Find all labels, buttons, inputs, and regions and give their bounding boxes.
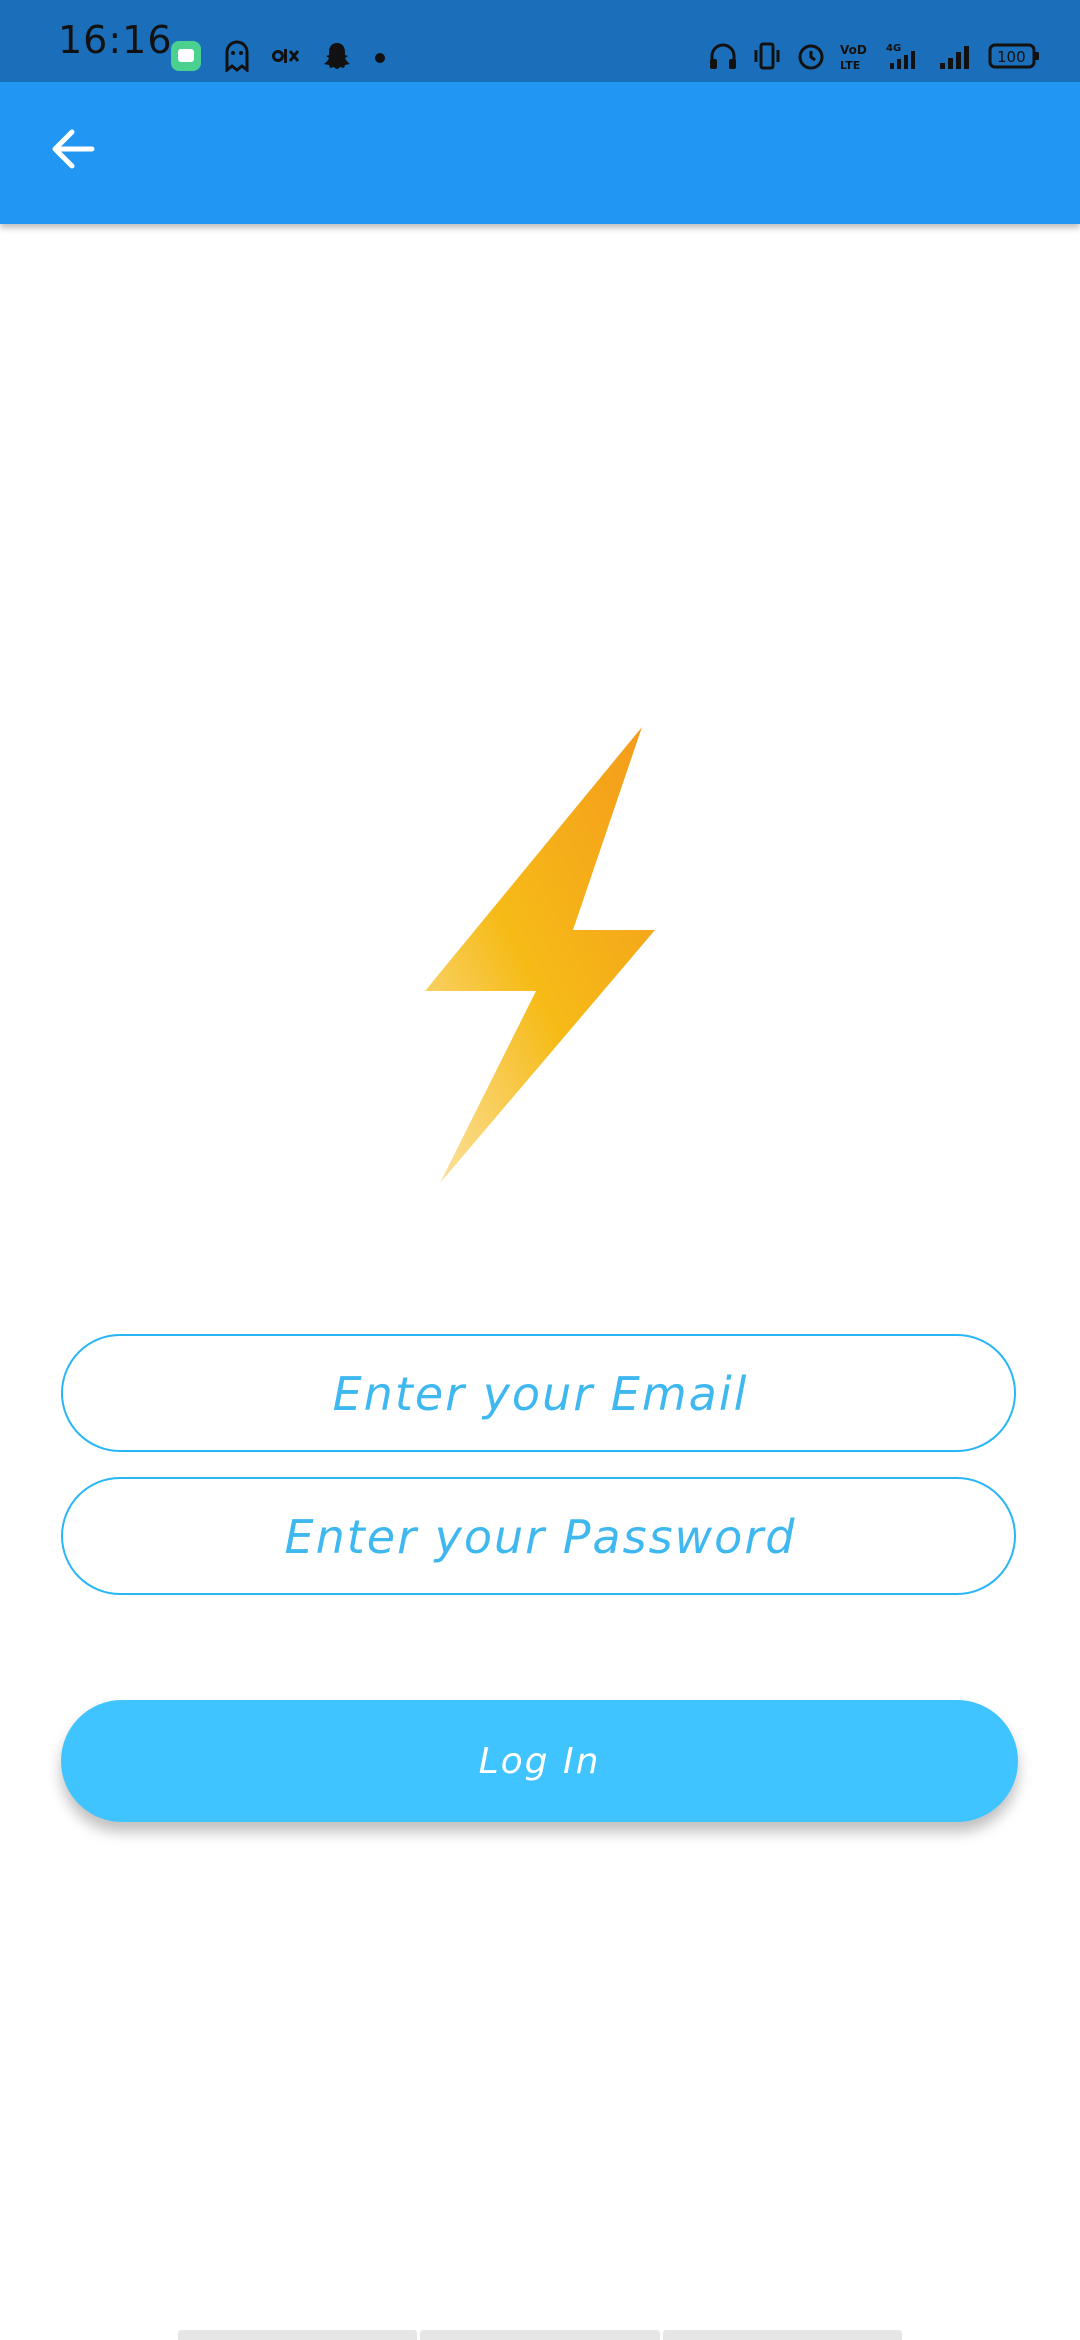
olx-icon (272, 46, 300, 70)
email-field[interactable] (61, 1334, 1018, 1452)
svg-text:VoD: VoD (840, 43, 867, 57)
svg-text:LTE: LTE (840, 59, 860, 71)
password-input[interactable] (63, 1479, 1018, 1595)
back-button[interactable] (38, 116, 108, 186)
messages-icon (170, 40, 202, 76)
headphones-icon (708, 41, 738, 75)
email-input[interactable] (63, 1336, 1018, 1452)
alarm-icon (796, 41, 826, 75)
lightning-bolt-icon (420, 722, 660, 1188)
nav-segment (420, 2330, 660, 2340)
status-bar: 16:16 VoD LTE 4G 100 (0, 0, 1080, 82)
ghost-icon (224, 40, 250, 76)
vibrate-icon (752, 41, 782, 75)
app-bar (0, 82, 1080, 224)
navigation-bar (178, 2330, 902, 2340)
arrow-back-icon (50, 126, 96, 176)
status-time: 16:16 (58, 18, 173, 62)
signal-icon (938, 41, 974, 75)
snapchat-icon (322, 41, 352, 75)
password-field[interactable] (61, 1477, 1018, 1595)
status-left-icons (170, 40, 386, 76)
nav-segment (662, 2330, 902, 2340)
battery-level: 100 (997, 48, 1026, 66)
login-button[interactable]: Log In (61, 1700, 1018, 1822)
signal-4g-icon: 4G (884, 41, 924, 75)
volte-icon: VoD LTE (840, 41, 870, 75)
dot-icon (374, 49, 386, 68)
svg-text:4G: 4G (886, 43, 901, 54)
nav-segment (178, 2330, 418, 2340)
battery-icon: 100 (988, 41, 1040, 75)
status-right-icons: VoD LTE 4G 100 (708, 40, 1040, 76)
